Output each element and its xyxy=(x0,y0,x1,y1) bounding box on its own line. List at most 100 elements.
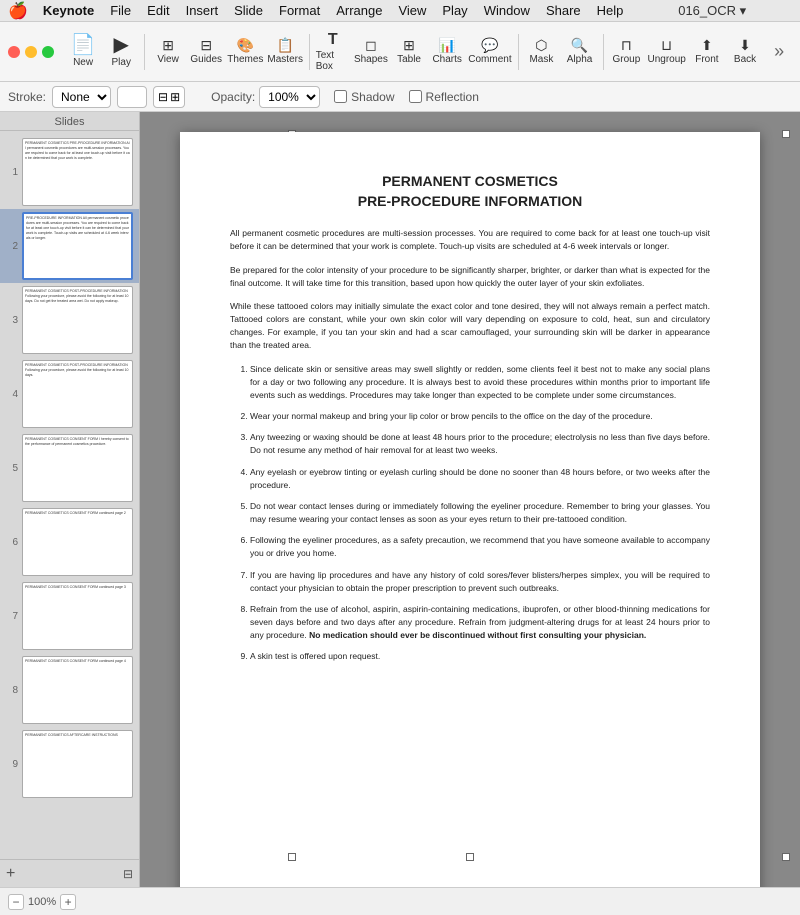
slide-number-8: 8 xyxy=(6,685,18,696)
slide-number-5: 5 xyxy=(6,463,18,474)
slide-item-3[interactable]: 3 PERMANENT COSMETICS POST-PROCEDURE INF… xyxy=(0,283,139,357)
themes-button[interactable]: 🎨 Themes xyxy=(227,26,263,78)
shadow-area: Shadow xyxy=(334,90,394,104)
slide-item-8[interactable]: 8 PERMANENT COSMETICS CONSENT FORM conti… xyxy=(0,653,139,727)
slide-preview-8: PERMANENT COSMETICS CONSENT FORM continu… xyxy=(25,659,126,664)
zoom-out-button[interactable]: − xyxy=(8,894,24,910)
shadow-label: Shadow xyxy=(351,90,394,104)
apple-menu[interactable]: 🍎 xyxy=(8,1,28,21)
mask-icon: ⬡ xyxy=(535,38,547,52)
alpha-button[interactable]: 🔍 Alpha xyxy=(562,26,596,78)
zoom-value: 100% xyxy=(28,896,56,908)
menu-slide[interactable]: Slide xyxy=(227,2,270,19)
slide-thumb-5: PERMANENT COSMETICS CONSENT FORM I hereb… xyxy=(22,434,133,502)
para-3: While these tattooed colors may initiall… xyxy=(230,300,710,353)
slide-thumb-6: PERMANENT COSMETICS CONSENT FORM continu… xyxy=(22,508,133,576)
menu-edit[interactable]: Edit xyxy=(140,2,176,19)
play-button[interactable]: ▶ Play xyxy=(104,26,138,78)
para-1: All permanent cosmetic procedures are mu… xyxy=(230,227,710,253)
slide-item-1[interactable]: 1 PERMANENT COSMETICS PRE-PROCEDURE INFO… xyxy=(0,135,139,209)
guides-label: Guides xyxy=(190,54,222,65)
reflection-checkbox[interactable] xyxy=(409,90,422,103)
new-label: New xyxy=(73,57,93,68)
shapes-button[interactable]: ◻ Shapes xyxy=(354,26,388,78)
bold-text: No medication should ever be discontinue… xyxy=(309,630,646,640)
slide-item-5[interactable]: 5 PERMANENT COSMETICS CONSENT FORM I her… xyxy=(0,431,139,505)
stroke-width-icon: ⊟ xyxy=(158,90,168,104)
slide-number-9: 9 xyxy=(6,759,18,770)
ungroup-button[interactable]: ⊔ Ungroup xyxy=(647,26,685,78)
list-item-2: Wear your normal makeup and bring your l… xyxy=(250,410,710,423)
comment-button[interactable]: 💬 Comment xyxy=(468,26,511,78)
menu-view[interactable]: View xyxy=(391,2,433,19)
list-item-6: Following the eyeliner procedures, as a … xyxy=(250,534,710,560)
main-toolbar: 📄 New ▶ Play ⊞ View ⊟ Guides 🎨 Themes 📋 … xyxy=(0,22,800,82)
toolbar-overflow[interactable]: » xyxy=(766,37,792,66)
mask-button[interactable]: ⬡ Mask xyxy=(524,26,558,78)
window-title: 016_OCR ▾ xyxy=(632,3,792,19)
stroke-width-icon2: ⊞ xyxy=(170,90,180,104)
masters-icon: 📋 xyxy=(276,38,293,52)
slide-item-4[interactable]: 4 PERMANENT COSMETICS POST-PROCEDURE INF… xyxy=(0,357,139,431)
stroke-select[interactable]: None xyxy=(52,86,111,108)
slide-preview-5: PERMANENT COSMETICS CONSENT FORM I hereb… xyxy=(25,437,130,447)
handle-tr[interactable] xyxy=(782,130,790,138)
fullscreen-button[interactable] xyxy=(42,46,54,58)
handle-bm[interactable] xyxy=(466,853,474,861)
menu-arrange[interactable]: Arrange xyxy=(329,2,389,19)
textbox-button[interactable]: T Text Box xyxy=(316,26,350,78)
slide-thumb-9: PERMANENT COSMETICS AFTERCARE INSTRUCTIO… xyxy=(22,730,133,798)
slide-number-2: 2 xyxy=(6,241,18,252)
masters-button[interactable]: 📋 Masters xyxy=(267,26,303,78)
slide-item-7[interactable]: 7 PERMANENT COSMETICS CONSENT FORM conti… xyxy=(0,579,139,653)
menu-insert[interactable]: Insert xyxy=(179,2,226,19)
close-button[interactable] xyxy=(8,46,20,58)
guides-button[interactable]: ⊟ Guides xyxy=(189,26,223,78)
front-button[interactable]: ⬆ Front xyxy=(690,26,724,78)
opacity-select[interactable]: 100% xyxy=(259,86,320,108)
menu-share[interactable]: Share xyxy=(539,2,588,19)
slide-item-2[interactable]: 2 PRE-PROCEDURE INFORMATION All permanen… xyxy=(0,209,139,283)
slide-thumb-8: PERMANENT COSMETICS CONSENT FORM continu… xyxy=(22,656,133,724)
shadow-checkbox[interactable] xyxy=(334,90,347,103)
handle-br[interactable] xyxy=(782,853,790,861)
slide-item-6[interactable]: 6 PERMANENT COSMETICS CONSENT FORM conti… xyxy=(0,505,139,579)
separator-2 xyxy=(309,34,310,70)
slide-item-9[interactable]: 9 PERMANENT COSMETICS AFTERCARE INSTRUCT… xyxy=(0,727,139,801)
menu-help[interactable]: Help xyxy=(590,2,631,19)
masters-label: Masters xyxy=(267,54,303,65)
minimize-button[interactable] xyxy=(25,46,37,58)
view-label: View xyxy=(157,54,179,65)
title-line2: PRE-PROCEDURE INFORMATION xyxy=(230,192,710,212)
comment-label: Comment xyxy=(468,54,511,65)
play-label: Play xyxy=(111,57,130,68)
bottom-bar: − 100% + xyxy=(0,887,800,915)
menu-format[interactable]: Format xyxy=(272,2,327,19)
menu-play[interactable]: Play xyxy=(435,2,474,19)
new-icon: 📄 xyxy=(71,35,96,55)
separator-1 xyxy=(144,34,145,70)
stroke-width-control[interactable]: ⊟ ⊞ xyxy=(153,86,185,108)
charts-button[interactable]: 📊 Charts xyxy=(430,26,464,78)
back-button[interactable]: ⬇ Back xyxy=(728,26,762,78)
menu-window[interactable]: Window xyxy=(477,2,537,19)
menu-file[interactable]: File xyxy=(103,2,138,19)
zoom-control: − 100% + xyxy=(8,894,76,910)
title-line1: PERMANENT COSMETICS xyxy=(230,172,710,192)
new-button[interactable]: 📄 New xyxy=(66,26,100,78)
list-item-1: Since delicate skin or sensitive areas m… xyxy=(250,363,710,403)
add-slide-button[interactable]: + xyxy=(6,866,15,882)
slides-collapse-button[interactable]: ⊟ xyxy=(123,867,133,881)
separator-4 xyxy=(603,34,604,70)
view-button[interactable]: ⊞ View xyxy=(151,26,185,78)
zoom-in-button[interactable]: + xyxy=(60,894,76,910)
list-item-4: Any eyelash or eyebrow tinting or eyelas… xyxy=(250,466,710,492)
slide-thumb-4: PERMANENT COSMETICS POST-PROCEDURE INFOR… xyxy=(22,360,133,428)
menu-keynote[interactable]: Keynote xyxy=(36,2,101,19)
table-button[interactable]: ⊞ Table xyxy=(392,26,426,78)
slide-thumb-2: PRE-PROCEDURE INFORMATION All permanent … xyxy=(22,212,133,280)
menubar: 🍎 Keynote File Edit Insert Slide Format … xyxy=(0,0,800,22)
group-button[interactable]: ⊓ Group xyxy=(609,26,643,78)
stroke-color-swatch[interactable] xyxy=(117,86,147,108)
handle-bl[interactable] xyxy=(288,853,296,861)
